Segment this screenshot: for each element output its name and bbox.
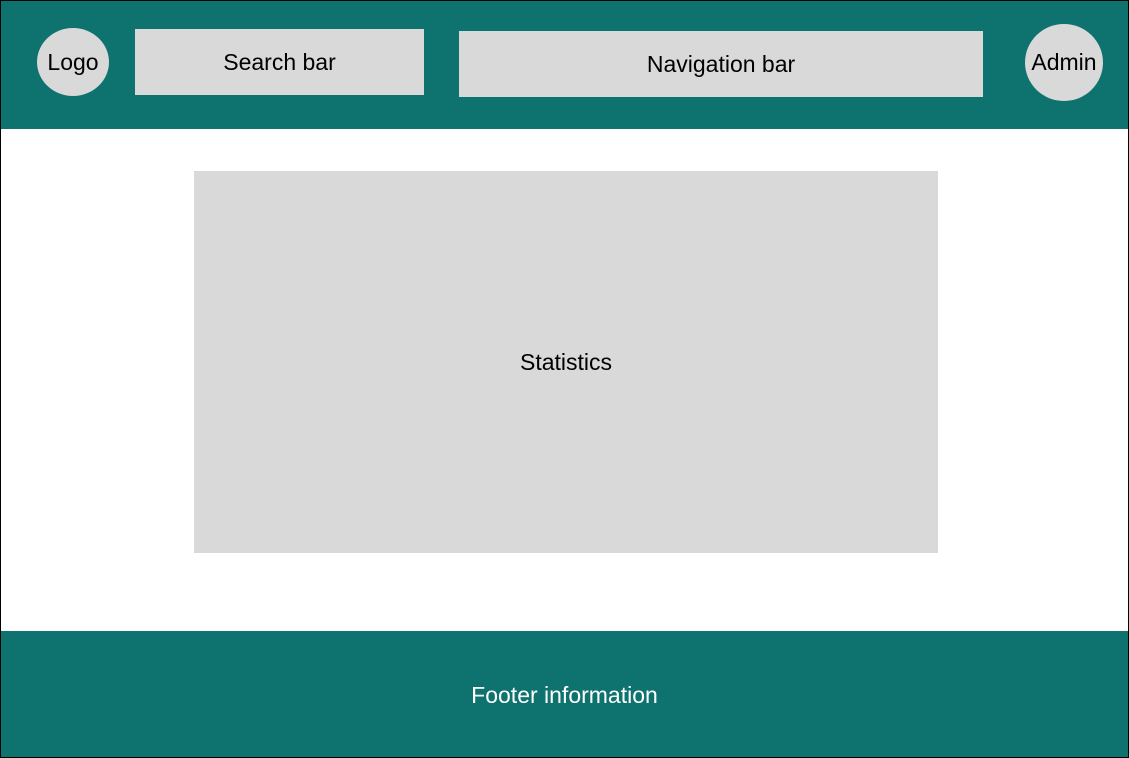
navigation-bar-label: Navigation bar: [646, 50, 796, 77]
wireframe-page: Logo Search bar Navigation bar Admin Sta…: [0, 0, 1129, 758]
logo-label: Logo: [47, 48, 99, 75]
statistics-label: Statistics: [519, 348, 613, 375]
header: Logo Search bar Navigation bar Admin: [1, 1, 1128, 129]
search-bar-label: Search bar: [223, 48, 336, 75]
search-bar[interactable]: Search bar: [135, 29, 424, 95]
admin-label: Admin: [1031, 49, 1097, 75]
logo[interactable]: Logo: [37, 28, 109, 96]
footer-information: Footer information: [471, 681, 658, 708]
statistics-panel: Statistics: [194, 171, 938, 553]
navigation-bar[interactable]: Navigation bar: [459, 31, 983, 97]
admin-avatar[interactable]: Admin: [1025, 24, 1103, 101]
footer: Footer information: [1, 631, 1128, 757]
